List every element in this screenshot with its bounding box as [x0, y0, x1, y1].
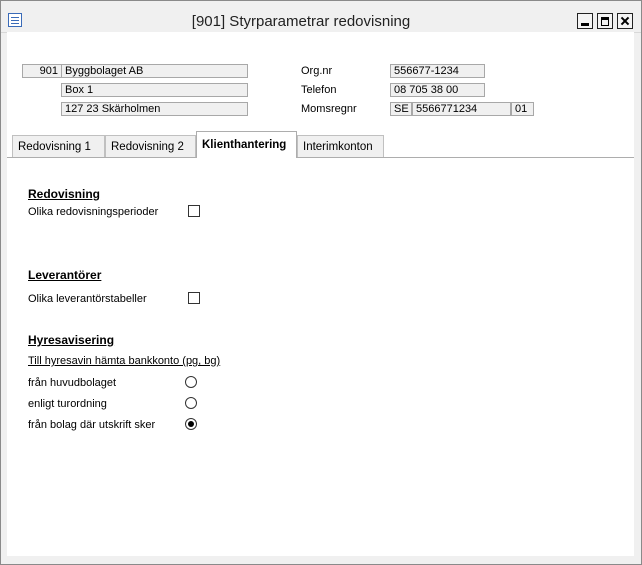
company-number-field[interactable]: 901: [22, 64, 62, 78]
radio-huvudbolaget[interactable]: [185, 376, 197, 388]
vat-number-field[interactable]: 5566771234: [412, 102, 511, 116]
company-name-field[interactable]: Byggbolaget AB: [61, 64, 248, 78]
section-leverantorer-heading: Leverantörer: [28, 268, 102, 282]
vat-label: Momsregnr: [301, 103, 357, 115]
phone-field[interactable]: 08 705 38 00: [390, 83, 485, 97]
radio-label-utskrift: från bolag där utskrift sker: [28, 419, 156, 431]
section-redovisning-heading: Redovisning: [28, 187, 101, 201]
redovisningsperioder-label: Olika redovisningsperioder: [28, 206, 159, 218]
window-title: [901] Styrparametrar redovisning: [191, 13, 411, 30]
vat-country-field[interactable]: SE: [390, 102, 412, 116]
radio-label-turordning: enligt turordning: [28, 398, 107, 410]
bankkonto-subheading: Till hyresavin hämta bankkonto (pg, bg): [28, 355, 221, 367]
title-bar[interactable]: [901] Styrparametrar redovisning: [1, 1, 641, 33]
phone-label: Telefon: [301, 84, 337, 96]
tab-interimkonton[interactable]: Interimkonton: [297, 135, 384, 157]
vat-suffix-field[interactable]: 01: [511, 102, 534, 116]
tab-redovisning-2[interactable]: Redovisning 2: [105, 135, 196, 157]
orgnr-field[interactable]: 556677-1234: [390, 64, 485, 78]
maximize-icon[interactable]: [597, 13, 613, 29]
tab-klienthantering[interactable]: Klienthantering: [196, 131, 297, 158]
tab-redovisning-1[interactable]: Redovisning 1: [12, 135, 105, 157]
company-address-field[interactable]: Box 1: [61, 83, 248, 97]
orgnr-label: Org.nr: [301, 65, 333, 77]
radio-label-huvudbolaget: från huvudbolaget: [28, 377, 117, 389]
company-postal-field[interactable]: 127 23 Skärholmen: [61, 102, 248, 116]
redovisningsperioder-checkbox[interactable]: [188, 205, 200, 217]
leverantorstabeller-label: Olika leverantörstabeller: [28, 293, 147, 305]
radio-turordning[interactable]: [185, 397, 197, 409]
leverantorstabeller-checkbox[interactable]: [188, 292, 200, 304]
minimize-icon[interactable]: [577, 13, 593, 29]
section-hyresavisering-heading: Hyresavisering: [28, 333, 115, 347]
radio-utskrift[interactable]: [185, 418, 197, 430]
close-icon[interactable]: [617, 13, 633, 29]
tab-divider: [7, 157, 634, 158]
